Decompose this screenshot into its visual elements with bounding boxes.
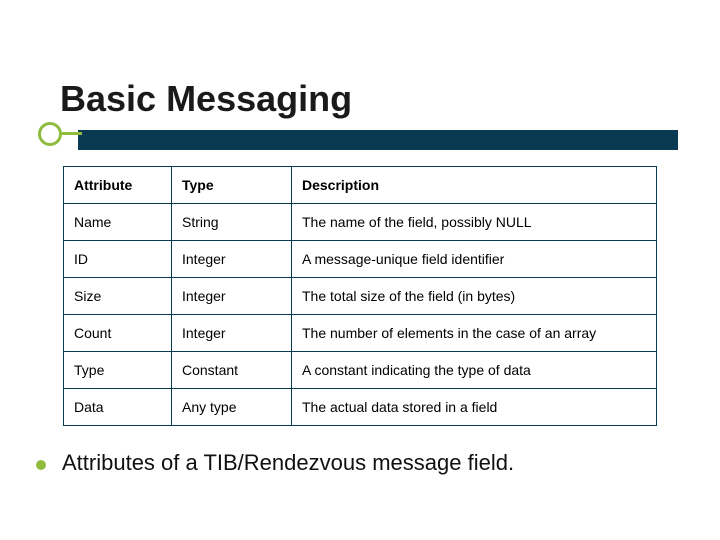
title-bullet-icon — [38, 122, 62, 146]
table-cell-description: A constant indicating the type of data — [292, 352, 657, 389]
title-decoration — [38, 122, 678, 148]
title-underline-bar — [78, 130, 678, 150]
table-header-description: Description — [292, 167, 657, 204]
title-wrap: Basic Messaging — [60, 78, 352, 120]
table-cell-description: The number of elements in the case of an… — [292, 315, 657, 352]
table-header-row: Attribute Type Description — [64, 167, 657, 204]
table-row: Type Constant A constant indicating the … — [64, 352, 657, 389]
table-cell-attribute: Size — [64, 278, 172, 315]
table-cell-type: String — [172, 204, 292, 241]
table-cell-attribute: Type — [64, 352, 172, 389]
table-cell-type: Integer — [172, 278, 292, 315]
attributes-table: Attribute Type Description Name String T… — [63, 166, 657, 426]
table-cell-attribute: Count — [64, 315, 172, 352]
table-cell-description: A message-unique field identifier — [292, 241, 657, 278]
table-cell-description: The name of the field, possibly NULL — [292, 204, 657, 241]
page-title: Basic Messaging — [60, 78, 352, 120]
table-header-type: Type — [172, 167, 292, 204]
table-cell-description: The total size of the field (in bytes) — [292, 278, 657, 315]
table-row: Name String The name of the field, possi… — [64, 204, 657, 241]
table-row: Size Integer The total size of the field… — [64, 278, 657, 315]
table-cell-type: Constant — [172, 352, 292, 389]
table-cell-description: The actual data stored in a field — [292, 389, 657, 426]
table-row: Count Integer The number of elements in … — [64, 315, 657, 352]
table-row: ID Integer A message-unique field identi… — [64, 241, 657, 278]
table-cell-type: Any type — [172, 389, 292, 426]
slide: Basic Messaging Attribute Type Descripti… — [0, 0, 720, 540]
title-underline-stem — [62, 132, 82, 135]
table-cell-attribute: Name — [64, 204, 172, 241]
caption-text: Attributes of a TIB/Rendezvous message f… — [62, 450, 514, 476]
table-header-attribute: Attribute — [64, 167, 172, 204]
table-cell-attribute: Data — [64, 389, 172, 426]
table-cell-type: Integer — [172, 241, 292, 278]
caption-row: Attributes of a TIB/Rendezvous message f… — [36, 450, 514, 476]
bullet-icon — [36, 460, 46, 470]
table-cell-attribute: ID — [64, 241, 172, 278]
table-cell-type: Integer — [172, 315, 292, 352]
table-row: Data Any type The actual data stored in … — [64, 389, 657, 426]
